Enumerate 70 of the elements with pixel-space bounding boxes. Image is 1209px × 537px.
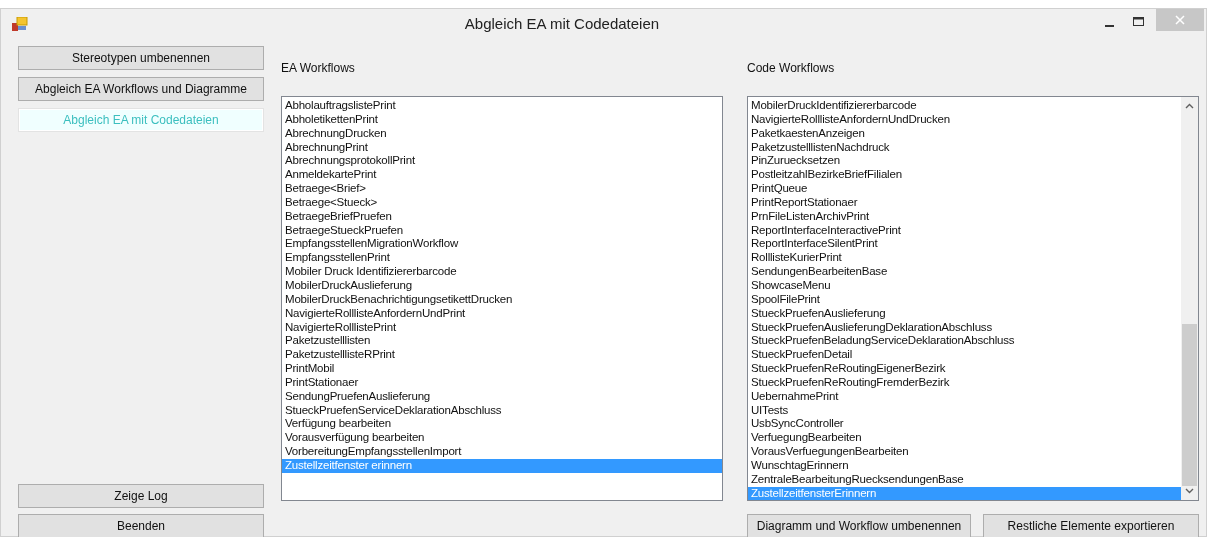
list-item[interactable]: StueckPruefenBeladungServiceDeklarationAbschluss [748, 334, 1181, 349]
list-item[interactable]: AbholetikettenPrint [282, 112, 722, 127]
scroll-down-icon[interactable] [1185, 488, 1194, 494]
button[interactable]: Restliche Elemente exportieren [983, 514, 1199, 537]
list-item[interactable]: PrnFileListenArchivPrint [748, 209, 1181, 224]
list-box[interactable] [747, 96, 1199, 501]
list-item[interactable]: PrintReportStationaer [748, 195, 1181, 210]
list-item[interactable]: MobilerDruckAuslieferung [282, 278, 722, 293]
list-box[interactable] [281, 96, 723, 501]
list-item[interactable]: NavigierteRolllisteAnfordernUndPrint [282, 306, 722, 321]
list-item[interactable]: MobilerDruckIdentifiziererbarcode [748, 99, 1181, 113]
list-item[interactable]: RolllisteKurierPrint [748, 251, 1181, 266]
list-item[interactable]: StueckPruefenReRoutingFremderBezirk [748, 375, 1181, 390]
list-item[interactable]: WunschtagErinnern [748, 458, 1181, 473]
list-item[interactable]: Paketzustelllisten [282, 334, 722, 349]
list-item[interactable]: StueckPruefenAuslieferung [748, 306, 1181, 321]
list-label: EA Workflows [281, 60, 356, 77]
list-item[interactable]: SendungPruefenAuslieferung [282, 389, 722, 404]
list-item[interactable]: PaketzustelllistenNachdruck [748, 140, 1181, 155]
list-item[interactable]: PrintMobil [282, 362, 722, 376]
list-item[interactable]: PaketzustelllisteRPrint [282, 348, 722, 363]
list-item[interactable]: AnmeldekartePrint [282, 168, 722, 183]
list-item[interactable]: PrintQueue [748, 182, 1181, 196]
list-item[interactable]: UsbSyncController [748, 417, 1181, 432]
scroll-up-icon[interactable] [1185, 103, 1194, 109]
list-item[interactable]: Betraege<Brief> [282, 182, 722, 196]
list-item[interactable]: VerfuegungBearbeiten [748, 431, 1181, 446]
list-item[interactable]: MobilerDruckBenachrichtigungsetikettDrucken [282, 292, 722, 307]
list-item[interactable]: NavigierteRolllistePrint [282, 320, 722, 335]
button[interactable]: Zeige Log [18, 484, 264, 508]
list-item[interactable]: BetraegeBriefPruefen [282, 209, 722, 224]
list-item[interactable]: ReportInterfaceInteractivePrint [748, 223, 1181, 238]
list-item[interactable]: StueckPruefenReRoutingEigenerBezirk [748, 362, 1181, 376]
list-item[interactable]: ReportInterfaceSilentPrint [748, 237, 1181, 252]
button[interactable]: Beenden [18, 514, 264, 537]
list-item[interactable]: AbrechnungPrint [282, 140, 722, 155]
list-item[interactable]: VorausVerfuegungenBearbeiten [748, 445, 1181, 459]
nav-button[interactable]: Stereotypen umbenennen [18, 46, 264, 70]
list-item[interactable]: StueckPruefenServiceDeklarationAbschluss [282, 403, 722, 418]
list-label: Code Workflows [747, 60, 836, 77]
list-item[interactable]: AbrechnungsprotokollPrint [282, 154, 722, 169]
scroll-thumb[interactable] [1182, 324, 1197, 486]
list-item[interactable]: ShowcaseMenu [748, 278, 1181, 293]
list-item[interactable]: PostleitzahlBezirkeBriefFilialen [748, 168, 1181, 183]
list-item[interactable]: VorbereitungEmpfangsstellenImport [282, 445, 722, 459]
nav-button[interactable]: Abgleich EA Workflows und Diagramme [18, 77, 264, 101]
list-item[interactable]: BetraegeStueckPruefen [282, 223, 722, 238]
list-item[interactable]: ZentraleBearbeitungRuecksendungenBase [748, 472, 1181, 487]
list-item[interactable]: EmpfangsstellenMigrationWorkflow [282, 237, 722, 252]
list-item[interactable]: Vorausverfügung bearbeiten [282, 431, 722, 446]
list-item[interactable]: Betraege<Stueck> [282, 195, 722, 210]
app-icon [12, 17, 28, 31]
list-item[interactable]: EmpfangsstellenPrint [282, 251, 722, 266]
list-item[interactable]: UebernahmePrint [748, 389, 1181, 404]
list-item[interactable]: PaketkaestenAnzeigen [748, 126, 1181, 141]
list-item[interactable]: StueckPruefenAuslieferungDeklarationAbschluss [748, 320, 1181, 335]
list-item[interactable]: SendungenBearbeitenBase [748, 265, 1181, 279]
list-item[interactable]: AbrechnungDrucken [282, 126, 722, 141]
button[interactable]: Diagramm und Workflow umbenennen [747, 514, 971, 537]
list-item[interactable]: PrintStationaer [282, 375, 722, 390]
list-item[interactable]: Verfügung bearbeiten [282, 417, 722, 432]
list-item[interactable]: StueckPruefenDetail [748, 348, 1181, 363]
list-item[interactable]: SpoolFilePrint [748, 292, 1181, 307]
window-title: Abgleich EA mit Codedateien [463, 13, 661, 34]
list-item[interactable]: UITests [748, 403, 1181, 418]
list-item[interactable]: PinZuruecksetzen [748, 154, 1181, 169]
list-item[interactable]: Mobiler Druck Identifiziererbarcode [282, 265, 722, 279]
list-item[interactable]: NavigierteRolllisteAnfordernUndDrucken [748, 112, 1181, 127]
scrollbar[interactable] [1181, 97, 1198, 500]
list-item[interactable]: AbholauftragslistePrint [282, 99, 722, 113]
